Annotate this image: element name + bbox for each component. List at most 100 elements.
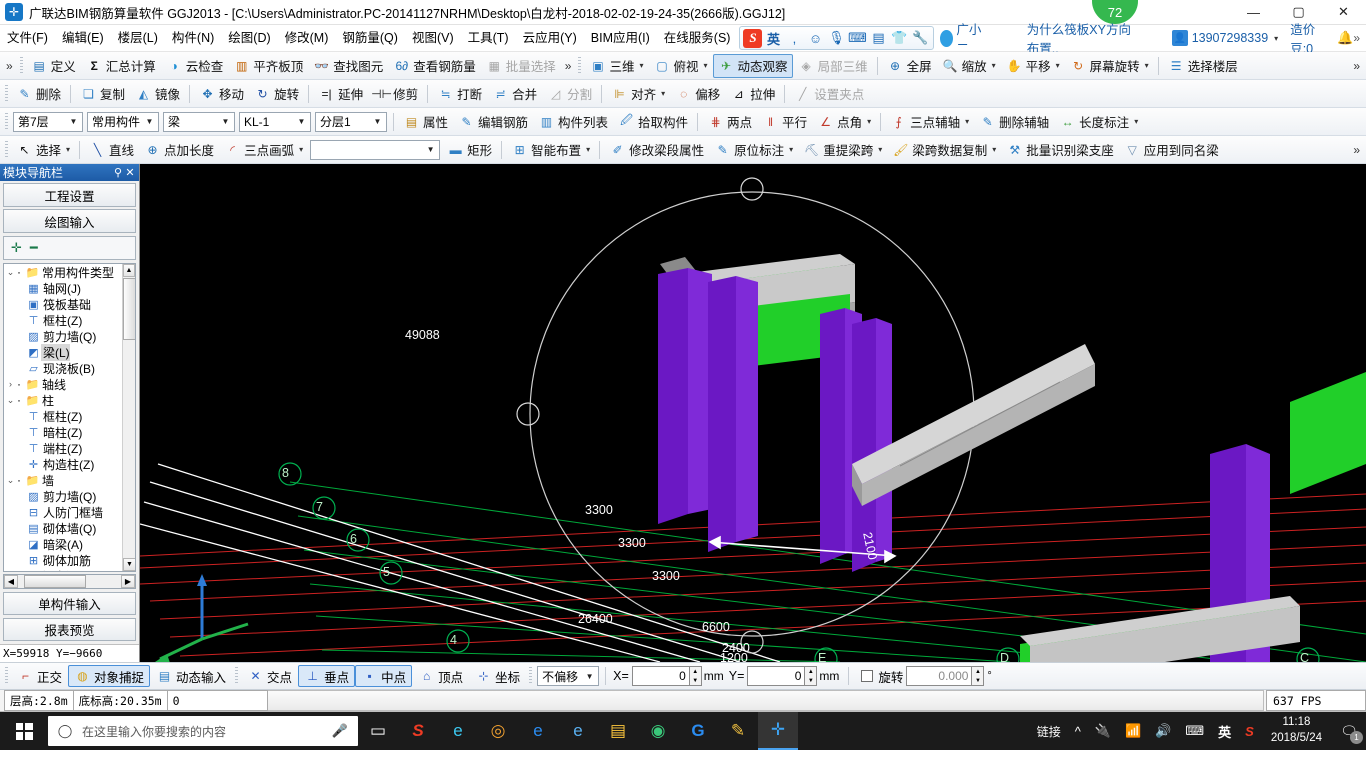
expand-all-icon[interactable]: ✛ xyxy=(11,240,22,256)
set-grip-point-button[interactable]: ╱ 设置夹点 xyxy=(789,82,869,106)
edge-icon[interactable]: e xyxy=(518,712,558,750)
notification-icon[interactable]: 🗨 1 xyxy=(1332,712,1366,750)
collapse-all-icon[interactable]: ━ xyxy=(30,240,38,256)
tray-expand-icon[interactable]: ^ xyxy=(1068,724,1088,739)
define-button[interactable]: ▤ 定义 xyxy=(26,54,81,78)
scroll-thumb[interactable] xyxy=(123,278,135,340)
mic-icon[interactable]: 🎤 xyxy=(332,723,348,739)
x-offset-stepper[interactable]: ▲ ▼ xyxy=(689,666,702,686)
y-offset-stepper[interactable]: ▲ ▼ xyxy=(805,666,818,686)
tree-folder[interactable]: ›·📁门窗洞 xyxy=(4,568,122,571)
component-type-select[interactable]: 梁 ▼ xyxy=(163,111,235,132)
tree-horizontal-scrollbar[interactable]: ◀ ▶ xyxy=(3,574,136,589)
bell-icon[interactable]: 🔔 xyxy=(1337,30,1353,46)
tree-folder[interactable]: ⌄ · 📁 墙 xyxy=(4,472,122,488)
property-button[interactable]: ▤ 属性 xyxy=(398,110,453,134)
toolbar-overflow-left-icon[interactable]: » xyxy=(2,59,17,73)
chevron-down-icon[interactable]: ▾ xyxy=(867,117,871,126)
tree-item[interactable]: ⊟ 人防门框墙 xyxy=(4,504,122,520)
camera-app-icon[interactable]: ◎ xyxy=(478,712,518,750)
snapbar-grip-2[interactable] xyxy=(235,667,239,685)
scroll-up-icon[interactable]: ▲ xyxy=(123,264,135,277)
tree-item[interactable]: ⊤ 暗柱(Z) xyxy=(4,424,122,440)
parallel-axis-button[interactable]: ‖ 平行 xyxy=(757,110,812,134)
toolbar-grip[interactable] xyxy=(19,56,23,75)
battery-icon[interactable]: 🔌 xyxy=(1088,723,1118,739)
coordinate-snap-toggle[interactable]: ⊹ 坐标 xyxy=(469,665,526,687)
notepad-icon[interactable]: ✎ xyxy=(718,712,758,750)
delete-axis-button[interactable]: ✎ 删除辅轴 xyxy=(974,110,1054,134)
close-button[interactable]: ✕ xyxy=(1321,0,1366,25)
explorer-icon[interactable]: ▤ xyxy=(598,712,638,750)
network-link-label[interactable]: 链接 xyxy=(1030,723,1068,740)
single-component-input-button[interactable]: 单构件输入 xyxy=(3,592,136,615)
tree-folder[interactable]: ⌄ · 📁 常用构件类型 xyxy=(4,264,122,280)
menu-cloud-app[interactable]: 云应用(Y) xyxy=(516,28,584,49)
tree-folder[interactable]: › · 📁 轴线 xyxy=(4,376,122,392)
chevron-down-icon[interactable]: ⌄ xyxy=(4,395,17,406)
tree-item[interactable]: ▦ 轴网(J) xyxy=(4,280,122,296)
floor-select[interactable]: 第7层 ▼ xyxy=(13,111,83,132)
local-3d-button[interactable]: ◈ 局部三维 xyxy=(793,54,873,78)
apply-same-beam-button[interactable]: ▽ 应用到同名梁 xyxy=(1119,138,1224,162)
fullscreen-button[interactable]: ⊕ 全屏 xyxy=(882,54,937,78)
copy-span-data-button[interactable]: 🖌 梁跨数据复制 ▾ xyxy=(887,138,1001,162)
menu-edit[interactable]: 编辑(E) xyxy=(55,28,111,49)
menu-rebar[interactable]: 钢筋量(Q) xyxy=(335,28,405,49)
snapbar-grip[interactable] xyxy=(5,667,8,685)
chevron-down-icon[interactable]: ▾ xyxy=(965,117,969,126)
chevron-down-icon[interactable]: ⌄ xyxy=(4,267,17,278)
view-top-button[interactable]: ▢ 俯视 ▾ xyxy=(649,54,713,78)
mic-icon[interactable]: 🎙 xyxy=(826,28,846,48)
smart-layout-button[interactable]: ⊞ 智能布置 ▾ xyxy=(506,138,595,162)
menu-tools[interactable]: 工具(T) xyxy=(461,28,516,49)
three-point-axis-button[interactable]: ⨍ 三点辅轴 ▾ xyxy=(885,110,974,134)
toolbar-overflow-right-icon[interactable]: » xyxy=(1349,59,1364,73)
toolbar-grip-view[interactable] xyxy=(578,56,582,75)
layer-select[interactable]: 分层1 ▼ xyxy=(315,111,387,132)
tree-item[interactable]: ▣ 筏板基础 xyxy=(4,296,122,312)
scroll-left-icon[interactable]: ◀ xyxy=(4,575,18,588)
pick-component-button[interactable]: 🖉 拾取构件 xyxy=(613,110,693,134)
dynamic-observe-button[interactable]: ✈ 动态观察 xyxy=(712,53,793,78)
clock[interactable]: 11:18 2018/5/24 xyxy=(1261,715,1332,746)
extend-button[interactable]: =| 延伸 xyxy=(313,82,368,106)
pan-button[interactable]: ✋ 平移 ▾ xyxy=(1001,54,1065,78)
ime-indicator[interactable]: 英 xyxy=(1211,722,1238,741)
menu-floor[interactable]: 楼层(L) xyxy=(111,28,165,49)
find-element-button[interactable]: 👓 查找图元 xyxy=(308,54,388,78)
component-name-select[interactable]: KL-1 ▼ xyxy=(239,111,311,132)
component-list-button[interactable]: ▥ 构件列表 xyxy=(533,110,613,134)
snapbar-grip-3[interactable] xyxy=(529,667,533,685)
tree-vertical-scrollbar[interactable]: ▲ ▼ xyxy=(122,264,135,571)
wifi-icon[interactable]: 📶 xyxy=(1118,723,1148,739)
chevron-down-icon[interactable]: ▼ xyxy=(67,117,80,126)
draw-style-select[interactable]: ▼ xyxy=(310,139,441,160)
tree-item[interactable]: ▨ 剪力墙(Q) xyxy=(4,328,122,344)
viewport-canvas[interactable] xyxy=(140,164,1366,662)
chevron-down-icon[interactable]: ▾ xyxy=(640,61,644,70)
ortho-toggle[interactable]: ⌐ 正交 xyxy=(11,665,68,687)
intersection-snap-toggle[interactable]: ✕ 交点 xyxy=(241,665,298,687)
chevron-down-icon[interactable]: ▾ xyxy=(1056,61,1060,70)
merge-button[interactable]: ≓ 合并 xyxy=(487,82,542,106)
chevron-right-icon[interactable]: › xyxy=(4,379,17,389)
chevron-down-icon[interactable]: ▾ xyxy=(992,145,996,154)
tree-item[interactable]: ◩ 梁(L) xyxy=(4,343,122,361)
chevron-down-icon[interactable]: ▾ xyxy=(878,145,882,154)
summary-calc-button[interactable]: Σ 汇总计算 xyxy=(81,54,161,78)
point-angle-axis-button[interactable]: ∠ 点角 ▾ xyxy=(812,110,876,134)
delete-button[interactable]: ✎ 删除 xyxy=(11,82,66,106)
edit-rebar-button[interactable]: ✎ 编辑钢筋 xyxy=(453,110,533,134)
card-icon[interactable]: ▤ xyxy=(868,28,888,48)
copy-button[interactable]: ❏ 复制 xyxy=(75,82,130,106)
menubar-overflow-icon[interactable]: » xyxy=(1353,31,1366,45)
three-point-arc-button[interactable]: ◜ 三点画弧 ▾ xyxy=(219,138,308,162)
chevron-down-icon[interactable]: ▾ xyxy=(661,89,665,98)
wrench-icon[interactable]: 🔧 xyxy=(910,28,930,48)
x-offset-input[interactable]: 0 xyxy=(631,666,690,686)
cloud-check-button[interactable]: ◑ 云检查 xyxy=(161,54,229,78)
menu-bim-app[interactable]: BIM应用(I) xyxy=(584,28,657,49)
hscroll-thumb[interactable] xyxy=(24,575,86,588)
menu-draw[interactable]: 绘图(D) xyxy=(221,28,277,49)
